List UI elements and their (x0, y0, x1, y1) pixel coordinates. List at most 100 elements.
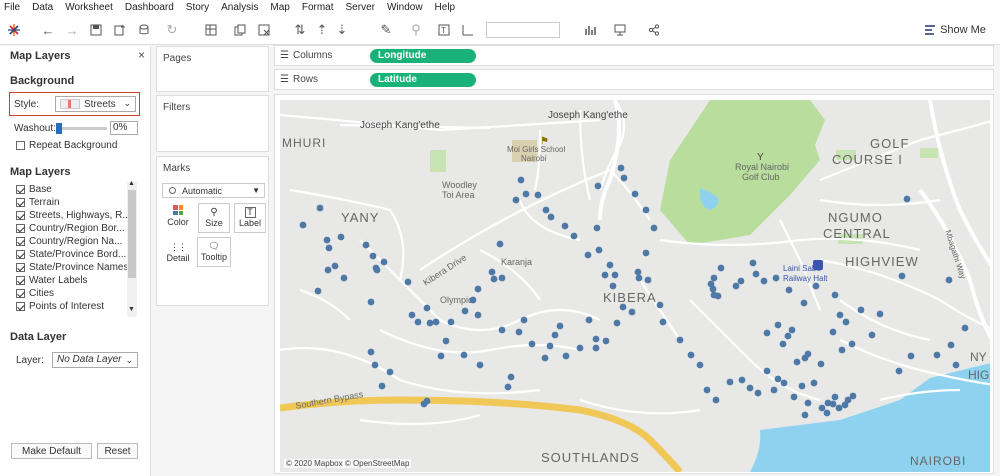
map-point-mark[interactable] (898, 272, 906, 280)
save-icon[interactable] (88, 21, 104, 39)
map-point-mark[interactable] (650, 224, 658, 232)
map-point-mark[interactable] (835, 404, 843, 412)
clear-sheet-icon[interactable] (256, 21, 272, 39)
map-point-mark[interactable] (798, 382, 806, 390)
layer-terrain[interactable]: Terrain (16, 197, 128, 208)
style-dropdown[interactable]: Streets ⌄ (55, 96, 136, 112)
map-point-mark[interactable] (947, 341, 955, 349)
map-point-mark[interactable] (838, 346, 846, 354)
map-point-mark[interactable] (770, 386, 778, 394)
layer-state-borders[interactable]: State/Province Bord... (16, 249, 128, 260)
map-point-mark[interactable] (642, 206, 650, 214)
map-point-mark[interactable] (628, 308, 636, 316)
map-point-mark[interactable] (812, 282, 820, 290)
map-point-mark[interactable] (945, 276, 953, 284)
map-point-mark[interactable] (876, 310, 884, 318)
map-point-mark[interactable] (703, 386, 711, 394)
layer-water-labels[interactable]: Water Labels (16, 275, 128, 286)
map-point-mark[interactable] (952, 361, 960, 369)
map-point-mark[interactable] (774, 375, 782, 383)
label-button[interactable]: T Label (234, 203, 266, 233)
sort-ascending-icon[interactable]: ⇡ (314, 21, 330, 39)
washout-slider-handle[interactable] (56, 123, 62, 134)
map-point-mark[interactable] (380, 258, 388, 266)
washout-slider[interactable] (56, 123, 107, 134)
map-point-mark[interactable] (732, 282, 740, 290)
map-point-mark[interactable] (551, 331, 559, 339)
map-point-mark[interactable] (712, 396, 720, 404)
map-point-mark[interactable] (848, 340, 856, 348)
map-point-mark[interactable] (474, 285, 482, 293)
map-point-mark[interactable] (542, 206, 550, 214)
map-point-mark[interactable] (642, 249, 650, 257)
map-point-mark[interactable] (738, 376, 746, 384)
menu-worksheet[interactable]: Worksheet (65, 2, 113, 13)
map-point-mark[interactable] (817, 360, 825, 368)
map-point-mark[interactable] (831, 291, 839, 299)
detail-button[interactable]: ⋮⋮ Detail (162, 239, 194, 269)
map-point-mark[interactable] (687, 351, 695, 359)
show-me-button[interactable]: Show Me (922, 21, 988, 39)
fix-axes-icon[interactable] (460, 21, 476, 39)
map-point-mark[interactable] (656, 301, 664, 309)
menu-help[interactable]: Help (435, 2, 456, 13)
map-point-mark[interactable] (710, 274, 718, 282)
scroll-up-icon[interactable]: ▲ (128, 180, 135, 187)
map-point-mark[interactable] (593, 224, 601, 232)
map-point-mark[interactable] (760, 277, 768, 285)
map-point-mark[interactable] (323, 236, 331, 244)
map-canvas[interactable]: Joseph Kang'ethe Joseph Kang'ethe Moi Gi… (280, 100, 990, 472)
map-point-mark[interactable] (386, 368, 394, 376)
map-point-mark[interactable] (609, 282, 617, 290)
map-point-mark[interactable] (842, 318, 850, 326)
map-point-mark[interactable] (613, 319, 621, 327)
map-point-mark[interactable] (611, 271, 619, 279)
make-default-button[interactable]: Make Default (11, 443, 92, 459)
layer-base[interactable]: Base (16, 184, 128, 195)
map-point-mark[interactable] (933, 351, 941, 359)
map-point-mark[interactable] (857, 306, 865, 314)
new-worksheet-icon[interactable] (203, 21, 219, 39)
map-point-mark[interactable] (644, 276, 652, 284)
layer-country-borders[interactable]: Country/Region Bor... (16, 223, 128, 234)
map-point-mark[interactable] (737, 277, 745, 285)
map-point-mark[interactable] (800, 299, 808, 307)
fit-dropdown[interactable] (486, 22, 560, 38)
reset-button[interactable]: Reset (97, 443, 138, 459)
map-point-mark[interactable] (836, 311, 844, 319)
map-point-mark[interactable] (779, 340, 787, 348)
latitude-pill[interactable]: Latitude (370, 73, 476, 87)
scrollbar-thumb[interactable] (128, 190, 136, 278)
map-point-mark[interactable] (447, 318, 455, 326)
layers-scrollbar[interactable]: ▲ ▼ (127, 180, 137, 317)
map-point-mark[interactable] (316, 204, 324, 212)
map-point-mark[interactable] (534, 191, 542, 199)
new-data-source-icon[interactable] (112, 21, 128, 39)
map-point-mark[interactable] (337, 233, 345, 241)
show-cards-icon[interactable] (582, 21, 602, 39)
redo-icon[interactable]: → (64, 21, 80, 39)
map-point-mark[interactable] (507, 373, 515, 381)
menu-format[interactable]: Format (302, 2, 334, 13)
map-point-mark[interactable] (634, 268, 642, 276)
map-point-mark[interactable] (710, 291, 718, 299)
labels-icon[interactable]: T (436, 21, 452, 39)
filters-card[interactable]: Filters (156, 95, 269, 152)
map-point-mark[interactable] (371, 361, 379, 369)
map-point-mark[interactable] (498, 326, 506, 334)
map-point-mark[interactable] (520, 316, 528, 324)
map-point-mark[interactable] (620, 174, 628, 182)
map-point-mark[interactable] (749, 259, 757, 267)
map-point-mark[interactable] (515, 328, 523, 336)
layer-streets[interactable]: Streets, Highways, R... (16, 210, 128, 221)
map-point-mark[interactable] (517, 176, 525, 184)
undo-icon[interactable]: ← (40, 21, 56, 39)
map-point-mark[interactable] (601, 271, 609, 279)
map-point-mark[interactable] (804, 350, 812, 358)
map-point-mark[interactable] (707, 280, 715, 288)
pages-card[interactable]: Pages (156, 46, 269, 92)
map-point-mark[interactable] (423, 304, 431, 312)
map-point-mark[interactable] (547, 213, 555, 221)
map-point-mark[interactable] (561, 222, 569, 230)
scroll-down-icon[interactable]: ▼ (128, 306, 135, 313)
